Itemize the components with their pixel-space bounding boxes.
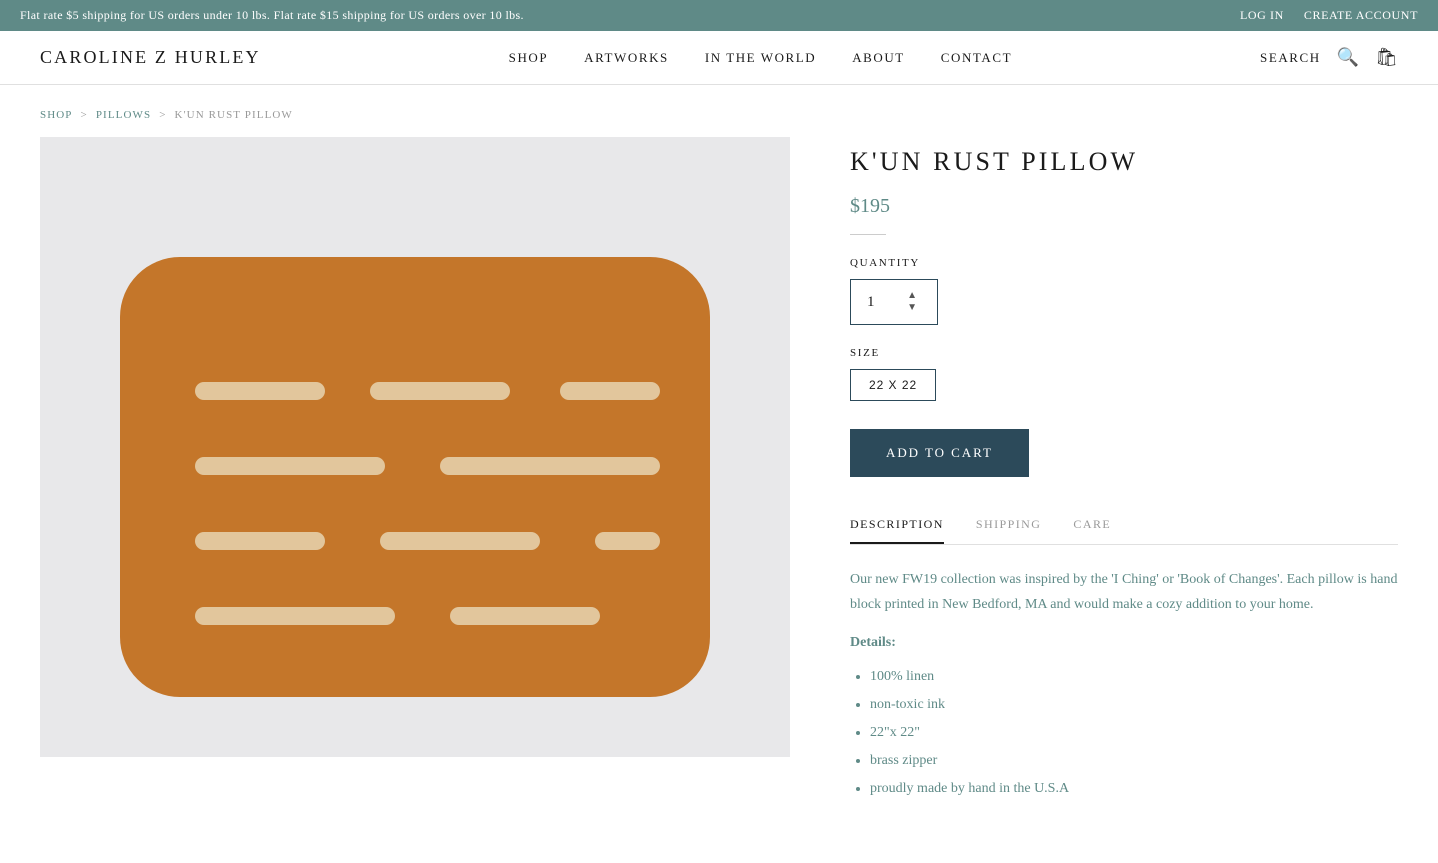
size-22x22[interactable]: 22 X 22 — [850, 369, 936, 401]
detail-size: 22"x 22" — [870, 719, 1398, 747]
nav-artworks[interactable]: ARTWORKS — [584, 50, 669, 66]
main-content: K'UN RUST PILLOW $195 QUANTITY 1 ▲ ▼ SIZ… — [0, 137, 1438, 863]
detail-zipper: brass zipper — [870, 747, 1398, 775]
create-account-link[interactable]: CREATE ACCOUNT — [1304, 8, 1418, 23]
quantity-down[interactable]: ▼ — [903, 302, 921, 314]
logo[interactable]: CAROLINE Z HURLEY — [40, 47, 261, 68]
detail-made: proudly made by hand in the U.S.A — [870, 775, 1398, 803]
nav-in-the-world[interactable]: IN THE WORLD — [705, 50, 816, 66]
top-banner: Flat rate $5 shipping for US orders unde… — [0, 0, 1438, 31]
detail-ink: non-toxic ink — [870, 691, 1398, 719]
size-options: 22 X 22 — [850, 369, 1398, 401]
quantity-display: 1 ▲ ▼ — [850, 279, 938, 325]
product-details: K'UN RUST PILLOW $195 QUANTITY 1 ▲ ▼ SIZ… — [850, 137, 1398, 803]
nav-shop[interactable]: SHOP — [509, 50, 548, 66]
quantity-wrapper: 1 ▲ ▼ — [850, 279, 1398, 325]
main-nav: SHOP ARTWORKS IN THE WORLD ABOUT CONTACT — [509, 50, 1012, 66]
breadcrumb-shop[interactable]: SHOP — [40, 109, 73, 121]
details-list: 100% linen non-toxic ink 22"x 22" brass … — [850, 663, 1398, 803]
search-icon[interactable]: 🔍 — [1337, 47, 1359, 68]
quantity-up[interactable]: ▲ — [903, 290, 921, 302]
banner-links: LOG IN CREATE ACCOUNT — [1240, 8, 1418, 23]
detail-linen: 100% linen — [870, 663, 1398, 691]
quantity-value: 1 — [867, 294, 875, 311]
log-in-link[interactable]: LOG IN — [1240, 8, 1284, 23]
divider — [850, 234, 886, 235]
product-description: Our new FW19 collection was inspired by … — [850, 567, 1398, 617]
product-title: K'UN RUST PILLOW — [850, 147, 1398, 177]
breadcrumb-pillows[interactable]: PILLOWS — [96, 109, 151, 121]
tab-description[interactable]: DESCRIPTION — [850, 517, 944, 544]
quantity-spinners: ▲ ▼ — [903, 290, 921, 314]
add-to-cart-button[interactable]: ADD TO CART — [850, 429, 1029, 477]
breadcrumb-sep1: > — [81, 109, 88, 121]
nav-contact[interactable]: CONTACT — [941, 50, 1012, 66]
breadcrumb-sep2: > — [159, 109, 166, 121]
breadcrumb: SHOP > PILLOWS > K'UN RUST PILLOW — [0, 85, 1438, 137]
details-heading: Details: — [850, 635, 1398, 651]
quantity-label: QUANTITY — [850, 257, 1398, 269]
nav-about[interactable]: ABOUT — [852, 50, 905, 66]
breadcrumb-current: K'UN RUST PILLOW — [175, 109, 293, 121]
header: CAROLINE Z HURLEY SHOP ARTWORKS IN THE W… — [0, 31, 1438, 85]
cart-icon[interactable]: 🛍 — [1375, 47, 1398, 68]
tab-care[interactable]: CARE — [1073, 517, 1111, 544]
banner-message: Flat rate $5 shipping for US orders unde… — [20, 8, 524, 23]
header-right: SEARCH 🔍 🛍 — [1260, 47, 1398, 68]
size-label: SIZE — [850, 347, 1398, 359]
product-image — [40, 137, 790, 757]
product-tabs: DESCRIPTION SHIPPING CARE — [850, 517, 1398, 545]
search-label[interactable]: SEARCH — [1260, 50, 1321, 66]
tab-shipping[interactable]: SHIPPING — [976, 517, 1042, 544]
product-price: $195 — [850, 195, 1398, 218]
